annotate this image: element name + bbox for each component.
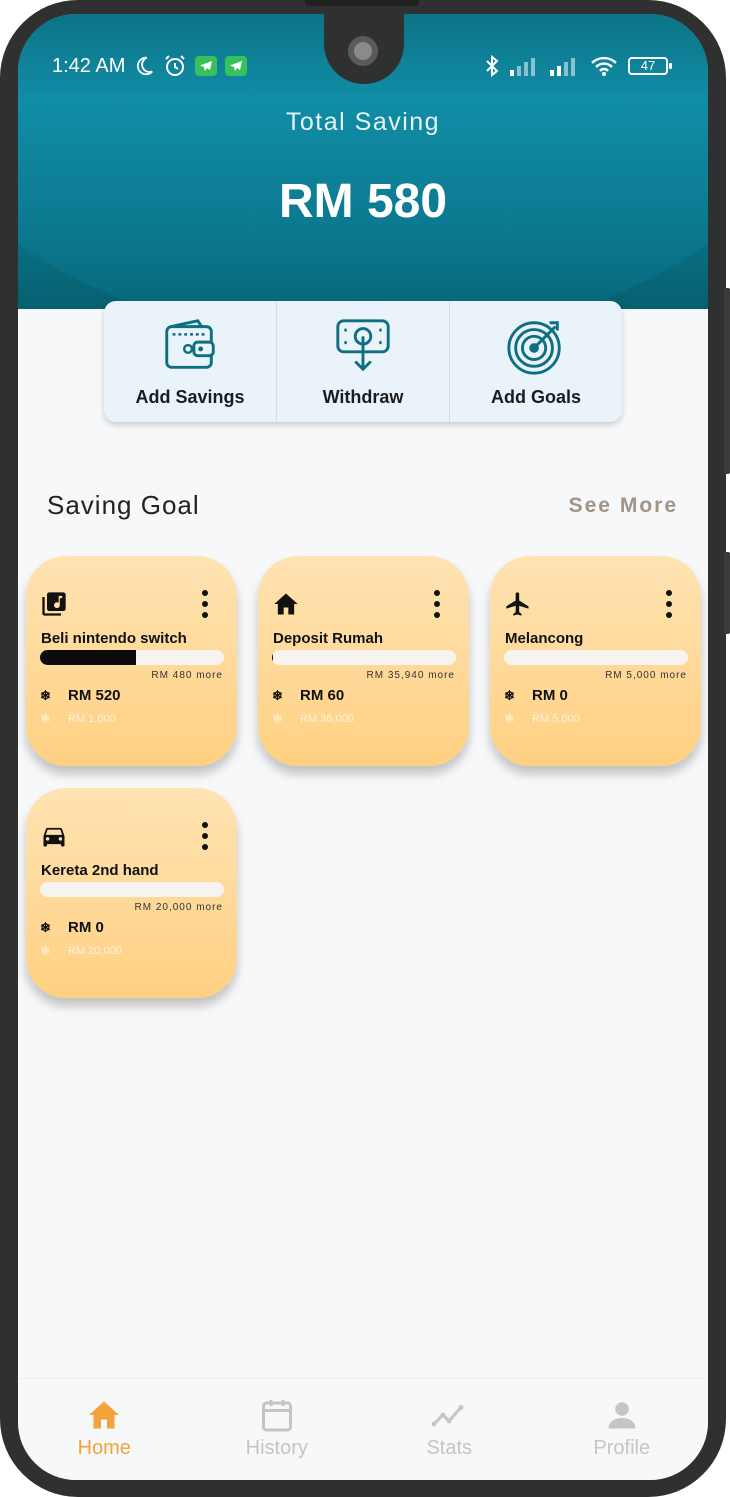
goal-name: Melancong — [505, 630, 584, 647]
wifi-icon — [591, 56, 617, 76]
goal-remaining: RM 35,940 more — [366, 670, 455, 681]
quick-actions: Add Savings Withdraw Add Goals — [104, 301, 622, 422]
goal-saved: RM 520 — [68, 687, 121, 704]
nav-home-label: Home — [77, 1437, 131, 1459]
add-goals-label: Add Goals — [490, 387, 581, 407]
total-saving-label: Total Saving — [285, 108, 441, 136]
snowflake-icon: ❄ — [40, 687, 51, 703]
music-library-icon — [42, 592, 66, 616]
add-savings-label: Add Savings — [135, 387, 245, 407]
target-icon — [507, 321, 561, 375]
nav-history[interactable]: History — [191, 1379, 364, 1480]
car-icon — [43, 827, 65, 847]
goal-card[interactable]: Melancong RM 5,000 more ❄ RM 0 ❄ RM 5,000 — [490, 556, 701, 766]
goal-remaining: RM 20,000 more — [134, 902, 223, 913]
nav-home[interactable]: Home — [18, 1379, 191, 1480]
more-options-icon[interactable] — [201, 822, 209, 852]
goal-saved-row: ❄ RM 0 — [40, 919, 104, 936]
speaker-grille — [305, 0, 419, 6]
withdraw-label: Withdraw — [322, 387, 404, 407]
power-button — [724, 552, 730, 634]
bottom-navigation: Home History Stats Profile — [18, 1378, 708, 1480]
screen: 1:42 AM 47 Total Saving RM 580 Add Savin… — [18, 14, 708, 1480]
goal-remaining: RM 480 more — [151, 670, 223, 681]
see-more-link[interactable]: See More — [569, 494, 678, 518]
nav-stats-label: Stats — [426, 1437, 473, 1459]
more-options-icon[interactable] — [665, 590, 673, 620]
withdraw-icon — [336, 319, 390, 372]
goal-saved-row: ❄ RM 0 — [504, 687, 568, 704]
person-icon — [608, 1402, 636, 1429]
goal-name: Deposit Rumah — [273, 630, 384, 647]
goal-target: RM 1,000 — [68, 713, 116, 725]
status-time: 1:42 AM — [52, 54, 126, 77]
goal-progress-bar — [40, 882, 224, 897]
airplane-icon — [506, 592, 529, 616]
telegram-icon — [195, 56, 218, 76]
phone-frame: 1:42 AM 47 Total Saving RM 580 Add Savin… — [0, 0, 730, 1497]
goal-target: RM 36,000 — [300, 713, 354, 725]
snowflake-icon: ❄ — [40, 919, 51, 935]
goal-target-row: ❄ RM 36,000 — [272, 711, 354, 727]
goal-card[interactable]: Beli nintendo switch RM 480 more ❄ RM 520… — [26, 556, 237, 766]
goal-card[interactable]: Deposit Rumah RM 35,940 more ❄ RM 60 ❄ RM … — [258, 556, 469, 766]
total-saving-value: RM 580 — [278, 175, 448, 228]
battery-icon: 47 — [628, 57, 672, 75]
telegram-icon — [225, 56, 248, 76]
goal-name: Kereta 2nd hand — [41, 862, 159, 879]
home-icon — [89, 1401, 120, 1429]
status-bar-left: 1:42 AM — [52, 54, 248, 78]
more-options-icon[interactable] — [433, 590, 441, 620]
snowflake-icon: ❄ — [272, 687, 283, 703]
bluetooth-icon — [486, 54, 499, 78]
goal-remaining: RM 5,000 more — [605, 670, 687, 681]
wallet-icon — [165, 319, 215, 369]
front-camera — [348, 36, 378, 66]
goal-progress-fill — [40, 650, 136, 665]
snowflake-icon: ❄ — [40, 711, 51, 726]
snowflake-icon: ❄ — [272, 711, 283, 726]
alarm-icon — [165, 55, 186, 76]
goal-target: RM 20,000 — [68, 945, 122, 957]
goal-progress-bar — [504, 650, 688, 665]
moon-icon — [137, 56, 154, 76]
calendar-icon — [261, 1400, 292, 1432]
add-goals-button[interactable]: Add Goals — [450, 301, 622, 422]
home-icon — [274, 593, 298, 615]
status-bar-right: 47 — [484, 54, 672, 78]
add-savings-button[interactable]: Add Savings — [104, 301, 277, 422]
goal-target: RM 5,000 — [532, 713, 580, 725]
nav-profile-label: Profile — [593, 1437, 651, 1459]
goal-target-row: ❄ RM 1,000 — [40, 711, 116, 727]
signal-icon — [510, 58, 535, 76]
nav-history-label: History — [245, 1437, 308, 1459]
goal-saved: RM 60 — [300, 687, 345, 704]
snowflake-icon: ❄ — [40, 943, 51, 958]
snowflake-icon: ❄ — [504, 711, 515, 726]
saving-goal-title: Saving Goal — [47, 490, 200, 520]
nav-stats[interactable]: Stats — [363, 1379, 536, 1480]
volume-button — [724, 288, 730, 474]
line-chart-icon — [431, 1405, 464, 1427]
goal-saved-row: ❄ RM 520 — [40, 687, 121, 704]
goal-progress-bar — [40, 650, 224, 665]
goal-saved-row: ❄ RM 60 — [272, 687, 344, 704]
goal-target-row: ❄ RM 20,000 — [40, 943, 122, 959]
more-options-icon[interactable] — [201, 590, 209, 620]
signal-icon — [550, 58, 575, 76]
goal-target-row: ❄ RM 5,000 — [504, 711, 580, 727]
goal-saved: RM 0 — [68, 919, 104, 936]
snowflake-icon: ❄ — [504, 687, 515, 703]
goal-card[interactable]: Kereta 2nd hand RM 20,000 more ❄ RM 0 ❄ RM… — [26, 788, 237, 998]
goal-progress-bar — [272, 650, 456, 665]
withdraw-button[interactable]: Withdraw — [277, 301, 450, 422]
goal-saved: RM 0 — [532, 687, 568, 704]
nav-profile[interactable]: Profile — [536, 1379, 709, 1480]
goal-name: Beli nintendo switch — [41, 630, 187, 647]
